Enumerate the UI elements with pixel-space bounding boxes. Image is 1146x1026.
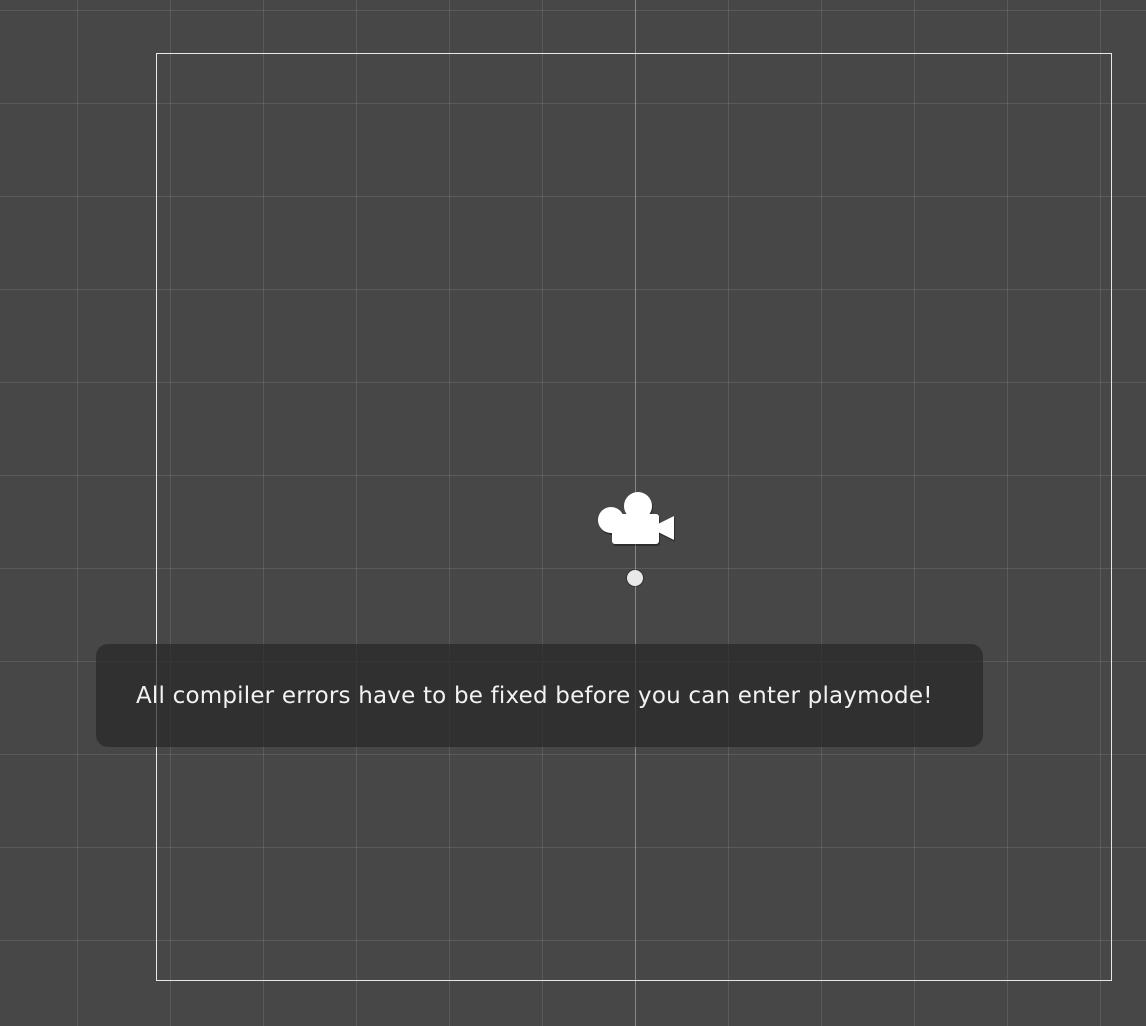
notification-message: All compiler errors have to be fixed bef… <box>136 682 933 709</box>
pivot-dot-icon <box>627 570 643 586</box>
camera-gizmo-icon[interactable] <box>596 490 676 550</box>
scene-view[interactable]: All compiler errors have to be fixed bef… <box>0 0 1146 1026</box>
playmode-error-notification: All compiler errors have to be fixed bef… <box>96 644 983 747</box>
